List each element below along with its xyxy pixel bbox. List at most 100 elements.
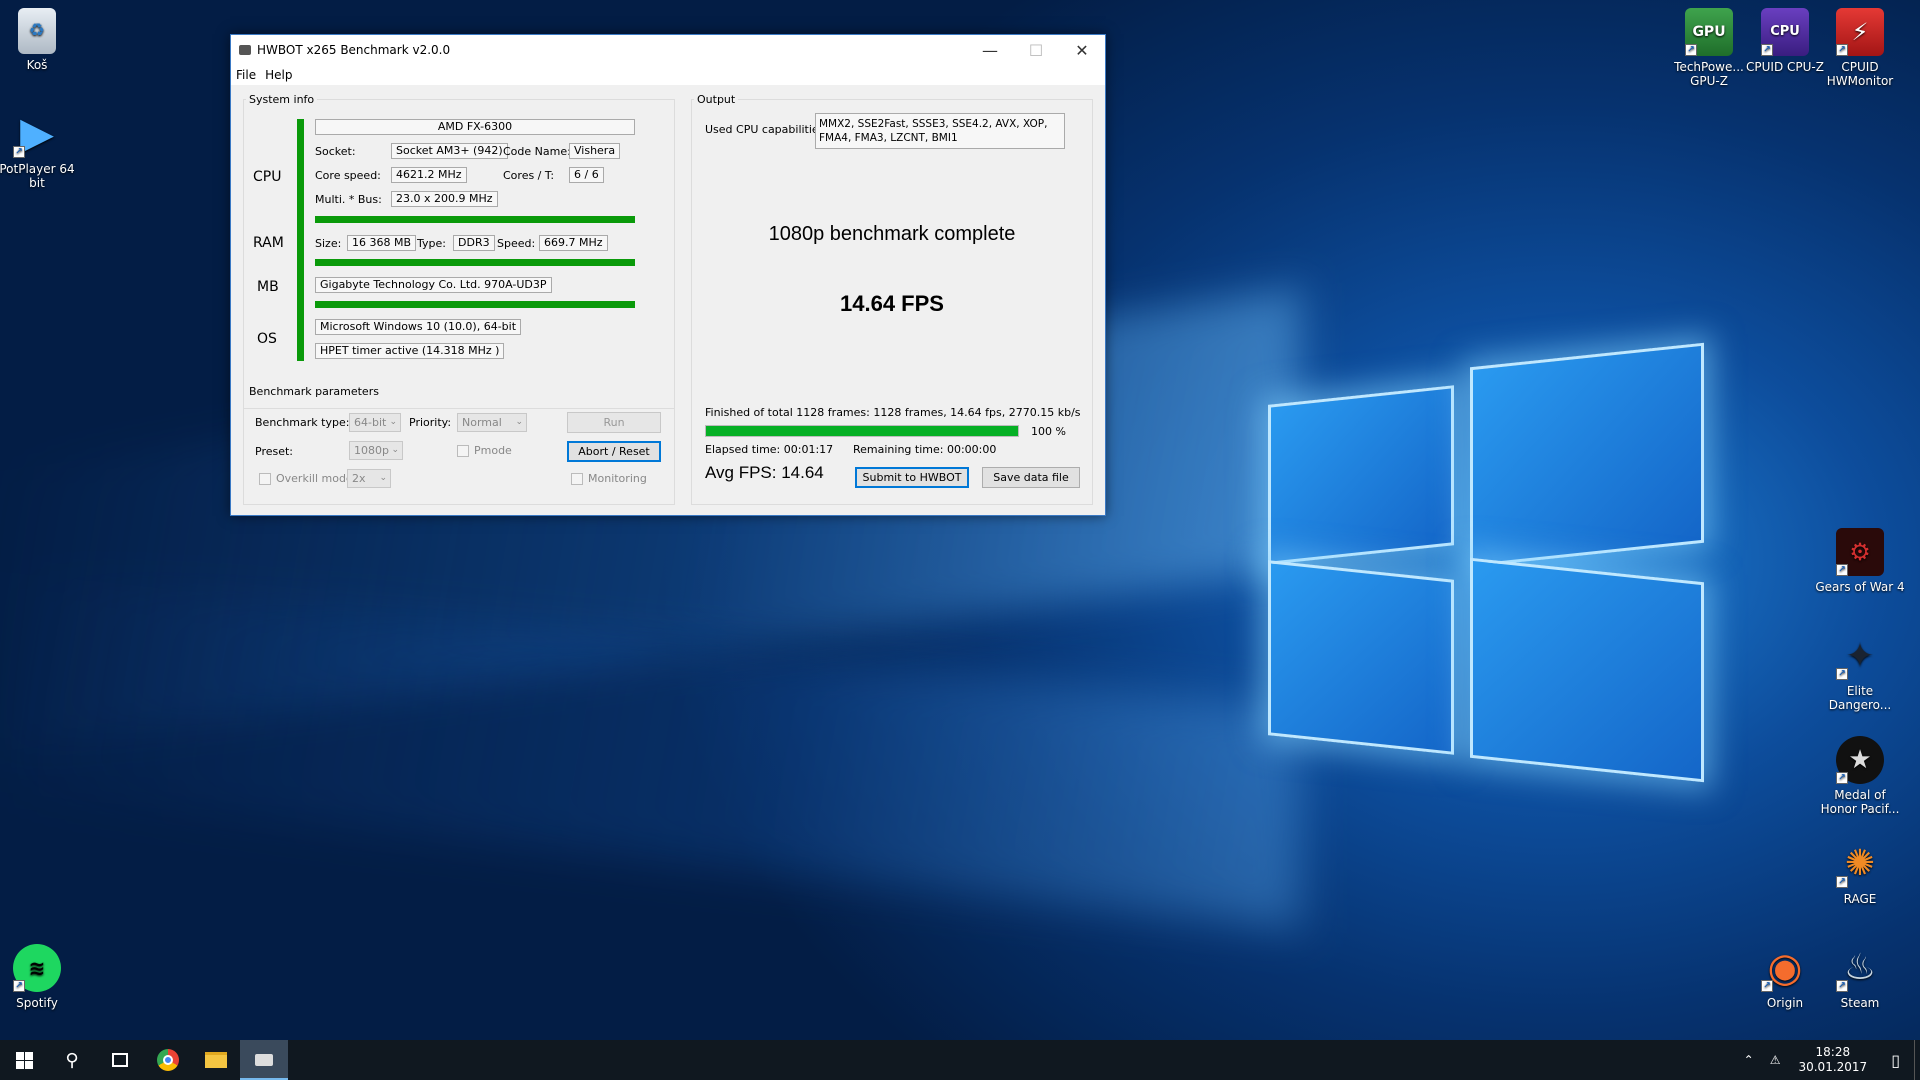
hwbot-app-icon (255, 1054, 273, 1066)
elite-dangerous-icon: ✦ ↗ (1836, 632, 1884, 680)
close-button[interactable]: ✕ (1059, 35, 1105, 65)
menu-help[interactable]: Help (260, 68, 296, 82)
system-info-label: System info (246, 93, 318, 106)
elapsed-time: Elapsed time: 00:01:17 (705, 443, 834, 456)
spotify-label: Spotify (16, 996, 58, 1010)
os-label: OS (257, 331, 277, 347)
preset-select[interactable]: 1080p ⌄ (349, 441, 403, 460)
window-title: HWBOT x265 Benchmark v2.0.0 (257, 43, 451, 57)
medal-of-honor-label: Medal of Honor Pacif... (1820, 788, 1900, 816)
tray-chevron-icon[interactable]: ⌃ (1736, 1053, 1762, 1067)
multi-bus-label: Multi. * Bus: (315, 193, 382, 206)
windows-start-icon (15, 1051, 33, 1069)
windows-logo-pane-2 (1470, 342, 1704, 568)
desktop-icon-potplayer[interactable]: ▶ ↗ PotPlayer 64 bit (0, 110, 82, 191)
progress-bar (705, 425, 1019, 437)
progress-fill (706, 426, 1018, 436)
recycle-bin-icon: ♻ (18, 8, 56, 54)
cpu-bar (315, 216, 635, 223)
title-bar[interactable]: HWBOT x265 Benchmark v2.0.0 — ☐ ✕ (231, 35, 1105, 65)
task-view-button[interactable] (96, 1040, 144, 1080)
chrome-taskbar-button[interactable] (144, 1040, 192, 1080)
app-icon (239, 45, 251, 55)
overkill-select[interactable]: 2x ⌄ (347, 469, 391, 488)
gears-of-war-label: Gears of War 4 (1815, 580, 1905, 594)
start-button[interactable] (0, 1040, 48, 1080)
desktop-icon-elite-dangerous[interactable]: ✦ ↗ Elite Dangero... (1815, 632, 1905, 712)
output-label: Output (694, 93, 739, 106)
hwbot-window[interactable]: HWBOT x265 Benchmark v2.0.0 — ☐ ✕ File H… (230, 34, 1106, 516)
desktop-icon-recycle-bin[interactable]: ♻ Koš (0, 8, 82, 72)
minimize-button[interactable]: — (967, 35, 1013, 65)
desktop-icon-hwmonitor[interactable]: ⚡ ↗ CPUID HWMonitor (1815, 8, 1905, 88)
pmode-checkbox-box[interactable] (457, 444, 469, 457)
bench-type-select[interactable]: 64-bit ⌄ (349, 413, 401, 432)
frames-summary: Finished of total 1128 frames: 1128 fram… (705, 406, 1081, 419)
notifications-icon[interactable]: ▯ (1877, 1051, 1914, 1070)
motherboard-field: Gigabyte Technology Co. Ltd. 970A-UD3P (315, 277, 552, 293)
desktop-icon-spotify[interactable]: ≋ ↗ Spotify (0, 944, 82, 1010)
medal-of-honor-icon: ★ ↗ (1836, 736, 1884, 784)
multi-bus-field: 23.0 x 200.9 MHz (391, 191, 498, 207)
fps-result: 14.64 FPS (840, 291, 944, 316)
cores-label: Cores / T: (503, 169, 555, 182)
monitoring-checkbox[interactable]: Monitoring (571, 472, 647, 485)
run-button[interactable]: Run (567, 412, 661, 433)
ram-size-field: 16 368 MB (347, 235, 417, 251)
desktop-icon-gears-of-war[interactable]: ⚙ ↗ Gears of War 4 (1815, 528, 1905, 594)
elite-dangerous-label: Elite Dangero... (1828, 684, 1892, 712)
clock-date: 30.01.2017 (1798, 1060, 1868, 1074)
chrome-icon (157, 1049, 179, 1071)
rage-icon: ✺ ↗ (1836, 840, 1884, 888)
mb-label: MB (257, 279, 279, 295)
abort-reset-button[interactable]: Abort / Reset (567, 441, 661, 462)
pmode-checkbox[interactable]: Pmode (457, 444, 512, 457)
ram-size-label: Size: (315, 237, 342, 250)
core-speed-field: 4621.2 MHz (391, 167, 467, 183)
potplayer-icon: ▶ ↗ (13, 110, 61, 158)
network-icon[interactable]: ⚠ (1762, 1053, 1789, 1067)
codename-field: Vishera (569, 143, 621, 159)
gears-of-war-icon: ⚙ ↗ (1836, 528, 1884, 576)
save-data-file-button[interactable]: Save data file (982, 467, 1080, 488)
hwbot-taskbar-button[interactable] (240, 1040, 288, 1080)
gpuz-label: TechPowe... GPU-Z (1674, 60, 1744, 88)
socket-field: Socket AM3+ (942) (391, 143, 508, 159)
cpuz-label: CPUID CPU-Z (1746, 60, 1824, 74)
clock[interactable]: 18:28 30.01.2017 (1788, 1045, 1877, 1075)
desktop-icon-rage[interactable]: ✺ ↗ RAGE (1815, 840, 1905, 906)
origin-label: Origin (1766, 996, 1804, 1010)
priority-label: Priority: (409, 416, 452, 429)
overkill-checkbox-box[interactable] (259, 472, 271, 485)
cpu-name-field: AMD FX-6300 (315, 119, 635, 135)
clock-time: 18:28 (1815, 1045, 1851, 1059)
file-explorer-button[interactable] (192, 1040, 240, 1080)
cpu-caps-field: MMX2, SSE2Fast, SSSE3, SSE4.2, AVX, XOP,… (815, 113, 1065, 149)
params-label: Benchmark parameters (246, 385, 382, 398)
cpuz-icon: CPU ↗ (1761, 8, 1809, 56)
show-desktop-button[interactable] (1914, 1040, 1920, 1080)
overkill-mode-checkbox[interactable]: Overkill mode (259, 472, 353, 485)
priority-select[interactable]: Normal ⌄ (457, 413, 527, 432)
ram-speed-label: Speed: (497, 237, 536, 250)
task-view-icon (112, 1053, 128, 1067)
monitoring-checkbox-box[interactable] (571, 472, 583, 485)
cpu-caps-label: Used CPU capabilities: (705, 123, 829, 136)
ram-speed-field: 669.7 MHz (539, 235, 608, 251)
origin-icon: ◉ ↗ (1761, 944, 1809, 992)
rage-label: RAGE (1843, 892, 1877, 906)
search-icon: ⚲ (65, 1049, 79, 1071)
desktop-icon-steam[interactable]: ♨ ↗ Steam (1815, 944, 1905, 1010)
steam-icon: ♨ ↗ (1836, 944, 1884, 992)
submit-to-hwbot-button[interactable]: Submit to HWBOT (855, 467, 969, 488)
search-button[interactable]: ⚲ (48, 1040, 96, 1080)
menu-bar: File Help (231, 65, 1105, 85)
codename-label: Code Name: (503, 145, 571, 158)
hwmonitor-icon: ⚡ ↗ (1836, 8, 1884, 56)
menu-file[interactable]: File (231, 68, 260, 82)
desktop-icon-medal-of-honor[interactable]: ★ ↗ Medal of Honor Pacif... (1815, 736, 1905, 816)
ram-bar (315, 259, 635, 266)
ram-type-label: Type: (417, 237, 446, 250)
maximize-button[interactable]: ☐ (1013, 35, 1059, 65)
windows-logo-pane-3 (1268, 560, 1454, 755)
